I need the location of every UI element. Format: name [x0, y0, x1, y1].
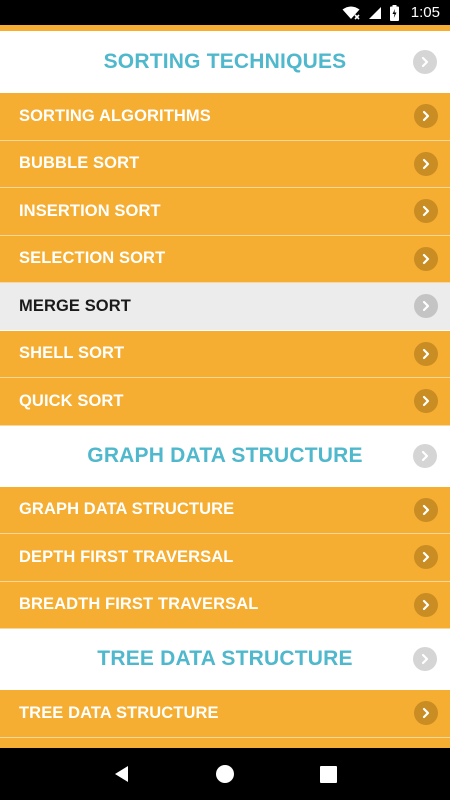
section-header-sorting[interactable]: SORTING TECHNIQUES — [0, 32, 450, 93]
chevron-right-icon — [414, 497, 438, 522]
chevron-right-icon — [414, 701, 438, 726]
chevron-right-icon — [414, 592, 438, 617]
list-item-breadth-first-traversal[interactable]: BREADTH FIRST TRAVERSAL — [0, 581, 450, 629]
chevron-right-icon — [413, 647, 437, 671]
list-item-label: TREE DATA STRUCTURE — [19, 703, 219, 722]
recents-icon[interactable] — [308, 754, 348, 794]
list-item-shell-sort[interactable]: SHELL SORT — [0, 330, 450, 378]
list-item-selection-sort[interactable]: SELECTION SORT — [0, 235, 450, 283]
signal-icon — [368, 6, 382, 20]
wifi-icon — [342, 6, 360, 20]
list-item-sorting-algorithms[interactable]: SORTING ALGORITHMS — [0, 93, 450, 141]
chevron-right-icon — [414, 104, 438, 129]
chevron-right-icon — [413, 443, 437, 468]
list-item-quick-sort[interactable]: QUICK SORT — [0, 378, 450, 426]
status-time: 1:05 — [410, 4, 440, 21]
navigation-bar — [0, 748, 450, 800]
chevron-right-icon — [414, 341, 438, 366]
list-item-label: GRAPH DATA STRUCTURE — [19, 500, 235, 519]
chevron-right-icon — [414, 151, 438, 176]
section-title: GRAPH DATA STRUCTURE — [87, 443, 363, 467]
section-header-graph[interactable]: GRAPH DATA STRUCTURE — [0, 425, 450, 487]
list-item-label: SORTING ALGORITHMS — [19, 106, 211, 125]
battery-icon — [389, 4, 399, 21]
list-item-bubble-sort[interactable]: BUBBLE SORT — [0, 140, 450, 188]
list-item-label: DEPTH FIRST TRAVERSAL — [19, 547, 234, 566]
chevron-right-icon — [414, 389, 438, 414]
list-item-depth-first-traversal[interactable]: DEPTH FIRST TRAVERSAL — [0, 534, 450, 582]
chevron-right-icon — [414, 294, 438, 319]
section-header-tree[interactable]: TREE DATA STRUCTURE — [0, 629, 450, 690]
back-icon[interactable] — [102, 754, 142, 794]
section-title: SORTING TECHNIQUES — [103, 50, 347, 73]
chevron-right-icon — [414, 246, 438, 271]
list-item-label: SELECTION SORT — [19, 249, 166, 268]
home-icon[interactable] — [205, 754, 245, 794]
list-item-label: SHELL SORT — [19, 344, 125, 363]
topic-list[interactable]: SORTING TECHNIQUES SORTING ALGORITHMS BU… — [0, 25, 450, 748]
chevron-right-icon — [413, 50, 437, 74]
list-item-label: INSERTION SORT — [19, 201, 161, 220]
chevron-right-icon — [414, 199, 438, 224]
status-bar: 1:05 — [0, 0, 450, 25]
list-item-merge-sort[interactable]: MERGE SORT — [0, 283, 450, 331]
list-item-label: QUICK SORT — [19, 391, 124, 410]
list-item-partial[interactable] — [0, 737, 450, 748]
list-item-insertion-sort[interactable]: INSERTION SORT — [0, 188, 450, 236]
list-item-label: BUBBLE SORT — [19, 154, 140, 173]
list-item-label: BREADTH FIRST TRAVERSAL — [19, 595, 259, 614]
list-item-graph-data-structure[interactable]: GRAPH DATA STRUCTURE — [0, 486, 450, 534]
chevron-right-icon — [414, 545, 438, 570]
list-top-edge — [0, 25, 450, 32]
list-item-tree-data-structure[interactable]: TREE DATA STRUCTURE — [0, 690, 450, 738]
list-item-label: MERGE SORT — [19, 296, 131, 315]
section-title: TREE DATA STRUCTURE — [97, 647, 353, 670]
